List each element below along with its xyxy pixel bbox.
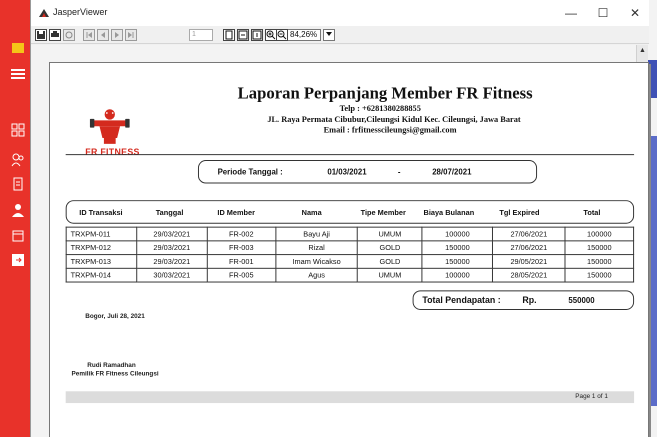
cell-member-id: FR-002 bbox=[206, 226, 276, 242]
cell-type: UMUM bbox=[357, 267, 423, 283]
zoom-input[interactable]: 84,26% bbox=[287, 29, 321, 41]
logo-icon bbox=[6, 40, 30, 60]
report-icon[interactable] bbox=[6, 176, 30, 196]
cell-monthly-fee: 150000 bbox=[421, 254, 494, 269]
report-phone: Telp : +6281380288855 bbox=[339, 103, 421, 113]
maximize-button[interactable]: ☐ bbox=[593, 4, 613, 22]
calendar-icon[interactable] bbox=[6, 228, 30, 248]
cell-total: 150000 bbox=[564, 267, 635, 283]
cell-id: TRXPM-011 bbox=[65, 226, 138, 242]
cell-id: TRXPM-014 bbox=[65, 267, 138, 283]
cell-monthly-fee: 150000 bbox=[421, 240, 494, 256]
page-number-input[interactable]: 1 bbox=[189, 29, 213, 41]
zoom-dropdown-icon[interactable] bbox=[323, 29, 335, 41]
cell-date: 30/03/2021 bbox=[136, 267, 208, 283]
table-row: TRXPM-012 29/03/2021 FR-003 Rizal GOLD 1… bbox=[65, 240, 635, 256]
period-label: Periode Tanggal : bbox=[217, 167, 283, 177]
cell-total: 150000 bbox=[564, 240, 635, 256]
members-icon[interactable] bbox=[6, 152, 30, 172]
signature-place-date: Bogor, Juli 28, 2021 bbox=[85, 312, 145, 320]
cell-id: TRXPM-012 bbox=[65, 240, 138, 256]
print-icon[interactable] bbox=[49, 29, 61, 41]
menu-icon[interactable] bbox=[6, 66, 30, 86]
column-header: Tgl Expired bbox=[499, 208, 540, 217]
header-divider bbox=[65, 154, 635, 156]
cell-expired: 27/06/2021 bbox=[492, 240, 566, 256]
cell-name: Bayu Aji bbox=[275, 226, 359, 242]
user-icon[interactable] bbox=[6, 202, 30, 222]
column-header: Total bbox=[583, 208, 601, 217]
cell-date: 29/03/2021 bbox=[136, 254, 208, 269]
minimize-button[interactable]: — bbox=[561, 4, 581, 22]
period-start: 01/03/2021 bbox=[327, 167, 367, 177]
cell-type: GOLD bbox=[357, 254, 423, 269]
table-row: TRXPM-011 29/03/2021 FR-002 Bayu Aji UMU… bbox=[65, 226, 635, 242]
cell-name: Agus bbox=[275, 267, 359, 283]
previous-page-icon[interactable] bbox=[97, 29, 109, 41]
zoom-out-icon[interactable] bbox=[276, 29, 288, 41]
cell-type: UMUM bbox=[357, 226, 423, 242]
column-header: ID Transaksi bbox=[79, 208, 123, 217]
actual-size-icon[interactable] bbox=[223, 29, 235, 41]
column-header: Biaya Bulanan bbox=[423, 208, 475, 217]
cell-type: GOLD bbox=[357, 240, 423, 256]
period-separator: - bbox=[397, 167, 401, 177]
cell-member-id: FR-005 bbox=[206, 267, 276, 283]
logout-icon[interactable] bbox=[6, 252, 30, 272]
total-label: Total Pendapatan : bbox=[422, 295, 501, 306]
period-end: 28/07/2021 bbox=[432, 167, 472, 177]
signer-role: Pemilik FR Fitness Cileungsi bbox=[71, 370, 159, 378]
java-app-icon bbox=[39, 9, 49, 17]
cell-member-id: FR-001 bbox=[206, 254, 276, 269]
cell-expired: 28/05/2021 bbox=[492, 267, 566, 283]
cell-member-id: FR-003 bbox=[206, 240, 276, 256]
cell-monthly-fee: 100000 bbox=[421, 226, 494, 242]
viewer-toolbar: 1 84,26% bbox=[31, 26, 649, 44]
total-currency: Rp. bbox=[522, 295, 537, 306]
close-button[interactable]: ✕ bbox=[625, 4, 645, 22]
report-page: FR FITNESS Laporan Perpanjang Member FR … bbox=[49, 62, 649, 437]
brand-name: FR FITNESS bbox=[85, 147, 140, 158]
report-email: Email : frfitnesscileungsi@gmail.com bbox=[323, 124, 457, 135]
last-page-icon[interactable] bbox=[125, 29, 137, 41]
cell-date: 29/03/2021 bbox=[136, 226, 208, 242]
cell-expired: 29/05/2021 bbox=[492, 254, 566, 269]
cell-id: TRXPM-013 bbox=[65, 254, 138, 269]
column-header: Tipe Member bbox=[360, 208, 406, 217]
cell-total: 150000 bbox=[564, 254, 635, 269]
column-header: Nama bbox=[301, 208, 322, 217]
column-header: Tanggal bbox=[155, 208, 184, 217]
report-address: JL. Raya Permata Cibubur,Cileungsi Kidul… bbox=[267, 113, 521, 124]
first-page-icon[interactable] bbox=[83, 29, 95, 41]
title-bar: JasperViewer — ☐ ✕ bbox=[31, 0, 649, 26]
next-page-icon[interactable] bbox=[111, 29, 123, 41]
window-title: JasperViewer bbox=[53, 7, 108, 17]
page-number-label: Page 1 of 1 bbox=[575, 393, 608, 401]
cell-total: 100000 bbox=[564, 226, 635, 242]
save-icon[interactable] bbox=[35, 29, 47, 41]
cell-name: Imam Wicakso bbox=[275, 254, 359, 269]
total-value: 550000 bbox=[568, 296, 595, 306]
fit-width-icon[interactable] bbox=[237, 29, 249, 41]
screen: JasperViewer — ☐ ✕ 1 84,26% ▲ FR FITNESS… bbox=[0, 0, 657, 437]
fit-page-icon[interactable] bbox=[251, 29, 263, 41]
cell-expired: 27/06/2021 bbox=[492, 226, 566, 242]
jasper-viewer-window: JasperViewer — ☐ ✕ 1 84,26% ▲ FR FITNESS… bbox=[30, 0, 649, 437]
column-header: ID Member bbox=[217, 208, 255, 217]
table-row: TRXPM-014 30/03/2021 FR-005 Agus UMUM 10… bbox=[65, 267, 635, 283]
cell-name: Rizal bbox=[275, 240, 359, 256]
dashboard-icon[interactable] bbox=[6, 122, 30, 142]
report-title: Laporan Perpanjang Member FR Fitness bbox=[237, 83, 533, 103]
cell-monthly-fee: 100000 bbox=[421, 267, 494, 283]
table-row: TRXPM-013 29/03/2021 FR-001 Imam Wicakso… bbox=[65, 254, 635, 269]
transactions-table: TRXPM-011 29/03/2021 FR-002 Bayu Aji UMU… bbox=[65, 226, 635, 283]
cell-date: 29/03/2021 bbox=[136, 240, 208, 256]
scroll-up-icon[interactable]: ▲ bbox=[639, 47, 646, 54]
signer-name: Rudi Ramadhan bbox=[87, 361, 136, 369]
reload-icon[interactable] bbox=[63, 29, 75, 41]
page-footer bbox=[65, 391, 635, 404]
